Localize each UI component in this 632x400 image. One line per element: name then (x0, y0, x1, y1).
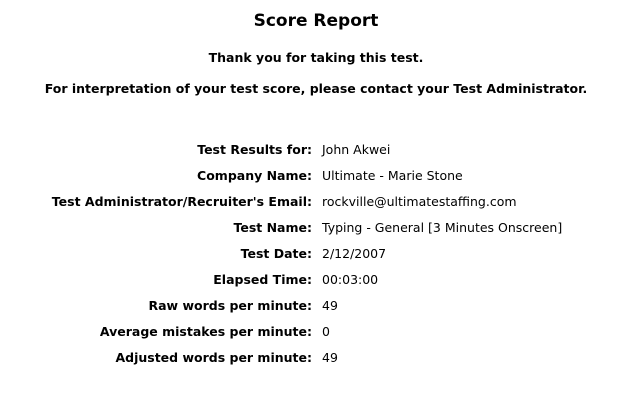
result-label: Test Results for: (197, 142, 312, 157)
result-value: John Akwei (322, 142, 391, 157)
result-row-adjusted-wpm: Adjusted words per minute: 49 (0, 345, 632, 371)
result-value: 00:03:00 (322, 272, 379, 287)
page-title: Score Report (253, 11, 379, 31)
result-row-test-name: Test Name: Typing - General [3 Minutes O… (0, 215, 632, 241)
results-table: Test Results for: John Akwei Company Nam… (0, 137, 632, 371)
result-label: Average mistakes per minute: (99, 324, 312, 339)
result-value: 49 (322, 298, 338, 313)
thank-you-message: Thank you for taking this test. (208, 50, 424, 65)
result-row-raw-wpm: Raw words per minute: 49 (0, 293, 632, 319)
result-label: Company Name: (197, 168, 312, 183)
result-value: rockville@ultimatestaffing.com (322, 194, 517, 209)
result-row-elapsed-time: Elapsed Time: 00:03:00 (0, 267, 632, 293)
result-value: Typing - General [3 Minutes Onscreen] (322, 220, 563, 235)
result-label: Raw words per minute: (148, 298, 312, 313)
result-value: 2/12/2007 (322, 246, 387, 261)
result-label: Elapsed Time: (213, 272, 312, 287)
result-row-test-results-for: Test Results for: John Akwei (0, 137, 632, 163)
result-label: Test Name: (233, 220, 312, 235)
interpretation-message: For interpretation of your test score, p… (44, 81, 588, 96)
result-value: 49 (322, 350, 338, 365)
result-label: Test Date: (240, 246, 312, 261)
result-row-company-name: Company Name: Ultimate - Marie Stone (0, 163, 632, 189)
result-row-admin-email: Test Administrator/Recruiter's Email: ro… (0, 189, 632, 215)
result-row-avg-mistakes: Average mistakes per minute: 0 (0, 319, 632, 345)
result-value: 0 (322, 324, 330, 339)
result-row-test-date: Test Date: 2/12/2007 (0, 241, 632, 267)
result-value: Ultimate - Marie Stone (322, 168, 463, 183)
result-label: Adjusted words per minute: (115, 350, 312, 365)
result-label: Test Administrator/Recruiter's Email: (51, 194, 312, 209)
